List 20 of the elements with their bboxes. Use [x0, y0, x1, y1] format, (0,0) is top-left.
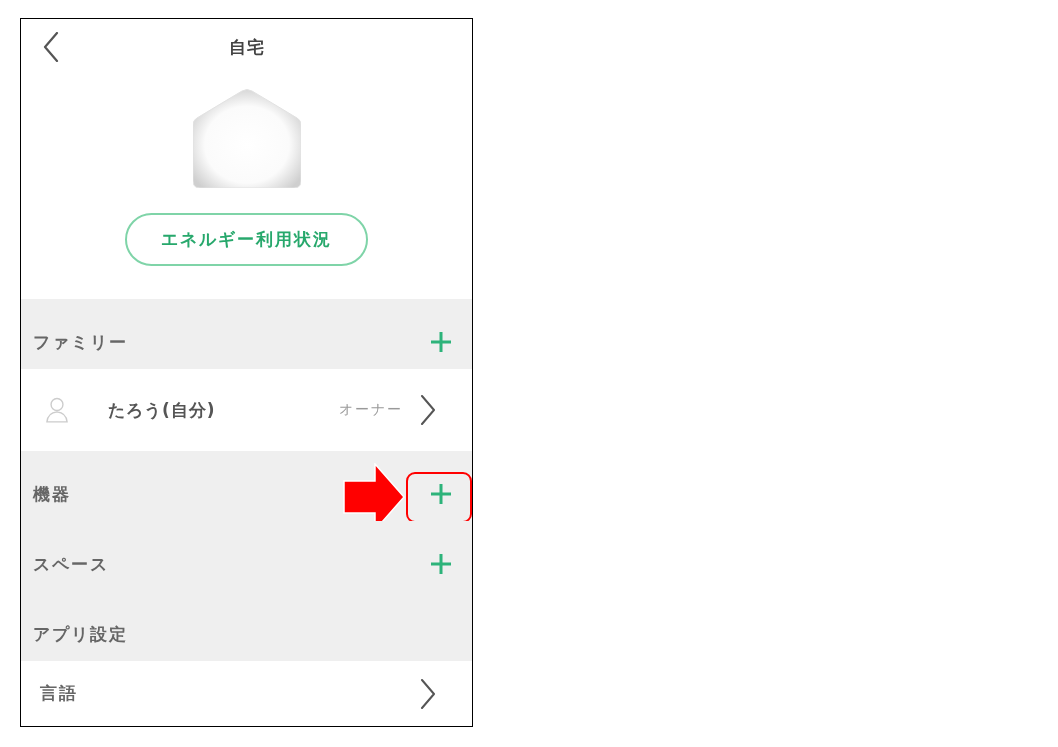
add-button[interactable] — [430, 483, 452, 505]
plus-icon — [430, 331, 452, 353]
section-title: 機器 — [33, 482, 71, 506]
section-title: アプリ設定 — [33, 622, 128, 646]
energy-usage-button[interactable]: エネルギー利用状況 — [125, 213, 368, 266]
back-icon — [43, 32, 59, 62]
back-button[interactable] — [43, 32, 59, 62]
member-role: オーナー — [339, 401, 403, 419]
member-name: たろう(自分) — [108, 398, 216, 422]
add-button[interactable] — [430, 331, 452, 353]
chevron-right-icon — [420, 395, 436, 425]
chevron-right-icon — [420, 678, 436, 709]
setting-label: 言語 — [40, 682, 78, 705]
plus-icon — [430, 483, 452, 505]
plus-icon — [430, 553, 452, 575]
screen-title: 自宅 — [228, 35, 265, 59]
section-title: ファミリー — [33, 330, 128, 354]
add-button[interactable] — [430, 553, 452, 575]
section-title: スペース — [33, 552, 109, 576]
person-icon — [46, 397, 68, 423]
